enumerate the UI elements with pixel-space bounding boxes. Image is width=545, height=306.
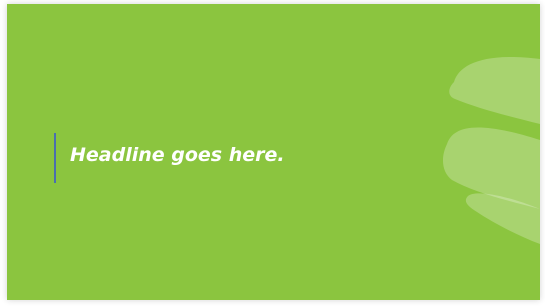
slide: Headline goes here.	[7, 4, 540, 300]
swoosh-band-top	[449, 56, 540, 124]
globe-swoosh-graphic	[442, 56, 540, 244]
slide-canvas: Headline goes here.	[0, 0, 545, 306]
